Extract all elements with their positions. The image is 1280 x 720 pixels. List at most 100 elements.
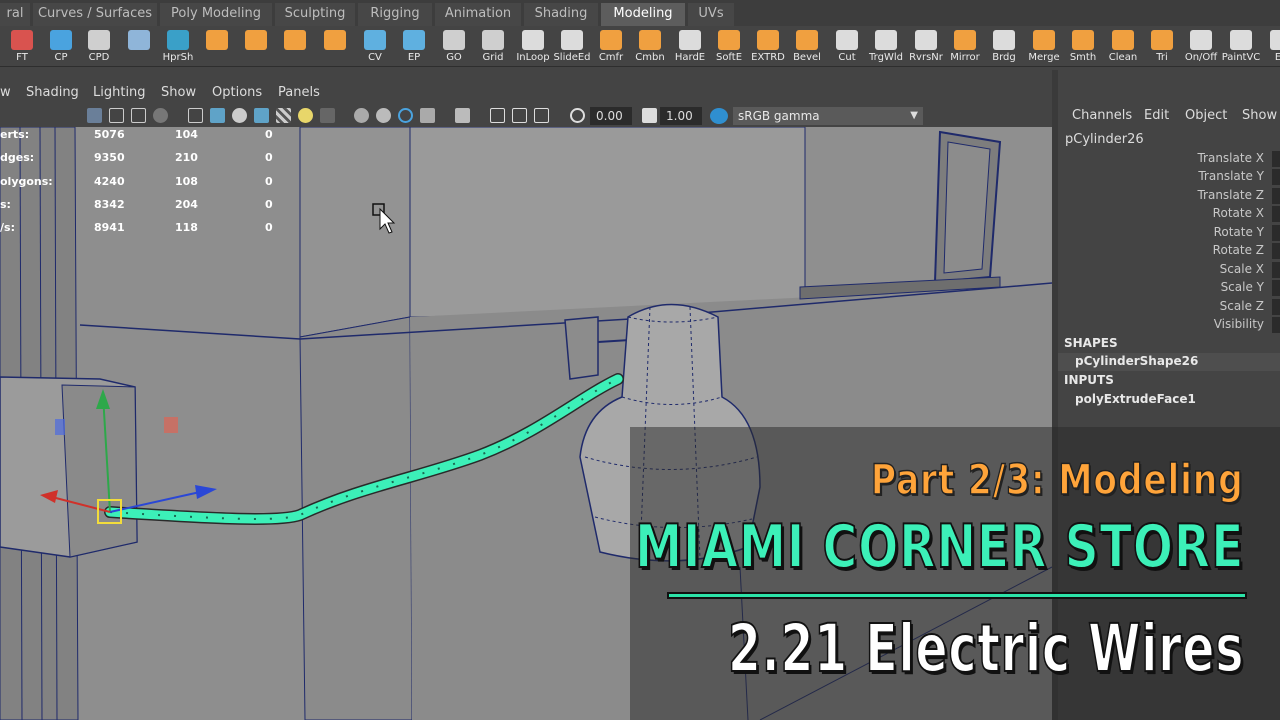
isolate-select-icon[interactable] — [455, 108, 470, 123]
menu-lighting[interactable]: Lighting — [93, 85, 146, 100]
menu-show[interactable]: Show — [1242, 108, 1277, 123]
tab-rigging[interactable]: Rigging — [358, 3, 432, 26]
exposure-icon[interactable] — [570, 108, 585, 123]
shelf-tool-slideed[interactable]: SlideEd — [553, 28, 591, 64]
shelf-tool-bevel[interactable]: Bevel — [788, 28, 826, 64]
wireframe-on-shaded-icon[interactable] — [254, 108, 269, 123]
shelf-tool-grid[interactable]: Grid — [474, 28, 512, 64]
shelf-tool-cv[interactable]: CV — [356, 28, 394, 64]
textured-icon[interactable] — [276, 108, 291, 123]
xray-joints-icon[interactable] — [512, 108, 527, 123]
attr-value-field[interactable] — [1272, 280, 1280, 296]
shelf-tool-ep[interactable]: EP — [395, 28, 433, 64]
shelf-tool-merge[interactable]: Merge — [1025, 28, 1063, 64]
shelf-tool-paintvc[interactable]: PaintVC — [1222, 28, 1260, 64]
default-material-icon[interactable] — [232, 108, 247, 123]
shelf-tool-brdg[interactable]: Brdg — [985, 28, 1023, 64]
shelf-tool-ft[interactable]: FT — [3, 28, 41, 64]
color-space-dropdown[interactable]: sRGB gamma ▼ — [733, 107, 923, 125]
wireframe-icon[interactable] — [188, 108, 203, 123]
shelf-tool-clean[interactable]: Clean — [1104, 28, 1142, 64]
attr-rotate-y[interactable]: Rotate Y — [1214, 225, 1264, 239]
menu-shading[interactable]: Shading — [26, 85, 79, 100]
shelf-tool-mirror[interactable]: Mirror — [946, 28, 984, 64]
lighting-icon[interactable] — [298, 108, 313, 123]
shelf-tool-cut[interactable]: Cut — [828, 28, 866, 64]
shelf-tool-poly-sphere[interactable] — [276, 28, 314, 64]
shelf-tool-cmfr[interactable]: Cmfr — [592, 28, 630, 64]
tab-curves-surfaces[interactable]: Curves / Surfaces — [33, 3, 157, 26]
film-gate-icon[interactable] — [109, 108, 124, 123]
shelf-tool-cpd[interactable]: CPD — [80, 28, 118, 64]
shelf-tool-inloop[interactable]: InLoop — [514, 28, 552, 64]
selected-object-name[interactable]: pCylinder26 — [1065, 132, 1144, 147]
tab-modeling[interactable]: Modeling — [601, 3, 685, 26]
motion-blur-icon[interactable] — [376, 108, 391, 123]
attr-scale-y[interactable]: Scale Y — [1221, 280, 1264, 294]
tab-uvs[interactable]: UVs — [688, 3, 734, 26]
shelf-tool-on-off[interactable]: On/Off — [1182, 28, 1220, 64]
smooth-shade-icon[interactable] — [210, 108, 225, 123]
attr-value-field[interactable] — [1272, 317, 1280, 333]
attr-scale-x[interactable]: Scale X — [1220, 262, 1264, 276]
grid-toggle-icon[interactable] — [87, 108, 102, 123]
ambient-occlusion-icon[interactable] — [354, 108, 369, 123]
shape-node[interactable]: pCylinderShape26 — [1075, 354, 1198, 368]
attr-value-field[interactable] — [1272, 225, 1280, 241]
attr-value-field[interactable] — [1272, 243, 1280, 259]
attr-value-field[interactable] — [1272, 169, 1280, 185]
shelf-tool-extrd[interactable]: EXTRD — [749, 28, 787, 64]
menu-view[interactable]: w — [0, 85, 11, 100]
attr-translate-z[interactable]: Translate Z — [1197, 188, 1264, 202]
color-management-icon[interactable] — [710, 108, 728, 124]
menu-show[interactable]: Show — [161, 85, 196, 100]
shelf-tool-rvrsnr[interactable]: RvrsNr — [907, 28, 945, 64]
shadows-icon[interactable] — [320, 108, 335, 123]
menu-panels[interactable]: Panels — [278, 85, 320, 100]
menu-object[interactable]: Object — [1185, 108, 1227, 123]
antialias-icon[interactable] — [398, 108, 413, 123]
shelf-tool-poly-cube[interactable] — [198, 28, 236, 64]
gate-mask-icon[interactable] — [153, 108, 168, 123]
shelf-tool-uv-editor[interactable] — [120, 28, 158, 64]
attr-rotate-x[interactable]: Rotate X — [1213, 206, 1264, 220]
tab-poly-modeling[interactable]: Poly Modeling — [160, 3, 272, 26]
attr-value-field[interactable] — [1272, 188, 1280, 204]
shelf-tool-poly-cylinder[interactable] — [237, 28, 275, 64]
attr-scale-z[interactable]: Scale Z — [1220, 299, 1264, 313]
tab-sculpting[interactable]: Sculpting — [275, 3, 355, 26]
shelf-tool-go[interactable]: GO — [435, 28, 473, 64]
menu-channels[interactable]: Channels — [1072, 108, 1132, 123]
attr-value-field[interactable] — [1272, 206, 1280, 222]
attr-translate-y[interactable]: Translate Y — [1198, 169, 1264, 183]
attr-visibility[interactable]: Visibility — [1214, 317, 1264, 331]
shelf-tool-poly-plane[interactable] — [316, 28, 354, 64]
shelf-tool-softe[interactable]: SoftE — [710, 28, 748, 64]
attr-value-field[interactable] — [1272, 299, 1280, 315]
depth-of-field-icon[interactable] — [420, 108, 435, 123]
gamma-field[interactable]: 1.00 — [660, 107, 702, 125]
input-node[interactable]: polyExtrudeFace1 — [1075, 392, 1196, 406]
shelf-tool-cp[interactable]: CP — [42, 28, 80, 64]
shelf-tool-tri[interactable]: Tri — [1143, 28, 1181, 64]
attr-rotate-z[interactable]: Rotate Z — [1213, 243, 1264, 257]
resolution-gate-icon[interactable] — [131, 108, 146, 123]
attr-value-field[interactable] — [1272, 262, 1280, 278]
xray-icon[interactable] — [490, 108, 505, 123]
attr-translate-x[interactable]: Translate X — [1197, 151, 1264, 165]
shelf-tool-ex[interactable]: Ex — [1262, 28, 1280, 64]
menu-edit[interactable]: Edit — [1144, 108, 1169, 123]
xray-components-icon[interactable] — [534, 108, 549, 123]
exposure-field[interactable]: 0.00 — [590, 107, 632, 125]
tab-general[interactable]: ral — [0, 3, 30, 26]
menu-options[interactable]: Options — [212, 85, 262, 100]
attr-value-field[interactable] — [1272, 151, 1280, 167]
shelf-tool-hprsh[interactable]: HprSh — [159, 28, 197, 64]
shelf-tool-smth[interactable]: Smth — [1064, 28, 1102, 64]
shelf-tool-cmbn[interactable]: Cmbn — [631, 28, 669, 64]
shelf-tool-harde[interactable]: HardE — [671, 28, 709, 64]
tab-shading[interactable]: Shading — [524, 3, 598, 26]
tab-animation[interactable]: Animation — [435, 3, 521, 26]
shelf-tool-trgwld[interactable]: TrgWld — [867, 28, 905, 64]
gamma-icon[interactable] — [642, 108, 657, 123]
